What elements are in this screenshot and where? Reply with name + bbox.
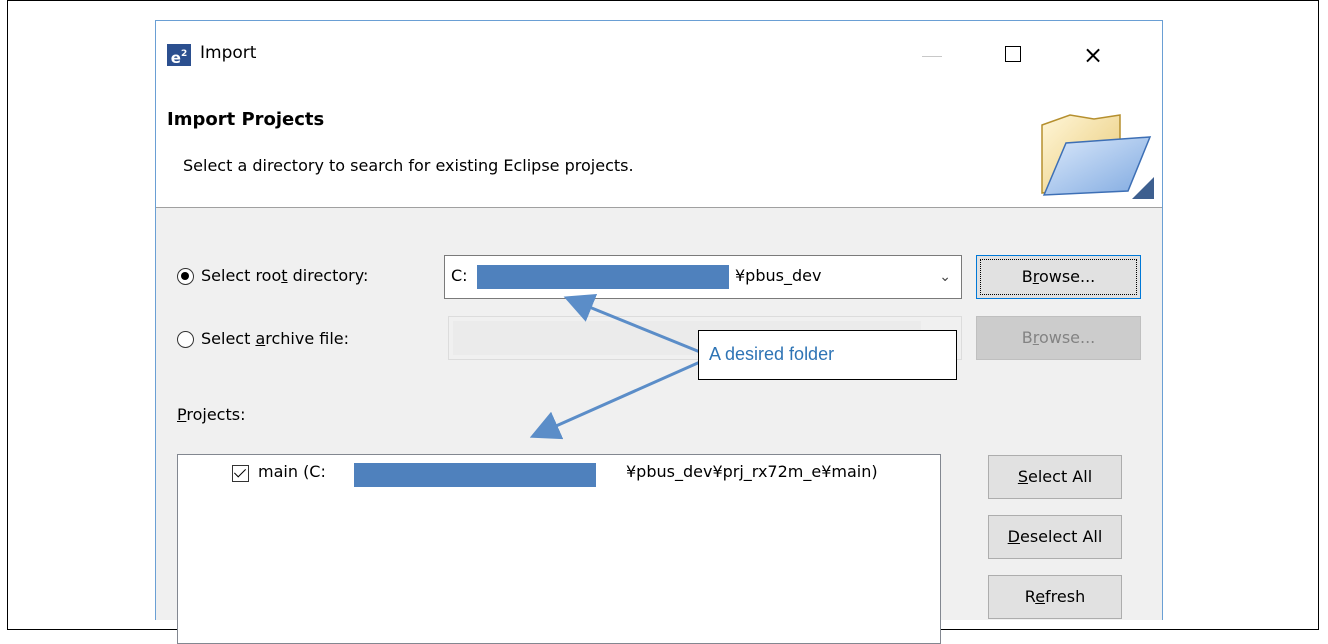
maximize-icon [1005,46,1021,62]
close-icon: × [1082,41,1104,69]
project-path-suffix: ¥pbus_dev¥prj_rx72m_e¥main) [626,462,878,481]
select-all-button[interactable]: Select All [988,455,1122,499]
project-path-prefix: main (C: [258,462,326,481]
page-title: Import Projects [167,109,325,130]
title-bar: e2 Import × [156,21,1162,83]
redaction-box [477,265,729,289]
root-directory-value-suffix: ¥pbus_dev [735,266,822,285]
root-directory-radio[interactable] [177,268,194,285]
chevron-down-icon[interactable]: ⌄ [939,269,951,285]
wizard-body: Select root directory: C: ¥pbus_dev ⌄ Br… [156,208,1162,644]
project-checkbox[interactable] [232,465,249,482]
refresh-button[interactable]: Refresh [988,575,1122,619]
minimize-icon [922,56,942,57]
close-button[interactable]: × [1069,36,1117,74]
window-title: Import [200,43,257,63]
browse-archive-button: Browse... [976,316,1141,360]
root-directory-combo[interactable]: C: ¥pbus_dev ⌄ [444,255,962,299]
annotation-callout: A desired folder [698,330,957,380]
page-description: Select a directory to search for existin… [183,156,634,175]
folder-icon [1041,114,1154,199]
app-icon: e2 [167,44,191,67]
maximize-button[interactable] [990,36,1038,74]
browse-root-button[interactable]: Browse... [976,255,1141,299]
import-dialog: e2 Import × Import Projects Select a dir… [155,20,1163,644]
projects-label: Projects: [177,405,246,424]
projects-list[interactable]: main (C: ¥pbus_dev¥prj_rx72m_e¥main) [177,454,941,644]
wizard-header: Import Projects Select a directory to se… [156,83,1162,208]
root-directory-value-prefix: C: [451,266,468,285]
minimize-button[interactable] [908,36,956,74]
deselect-all-button[interactable]: Deselect All [988,515,1122,559]
root-directory-label[interactable]: Select root directory: [201,266,368,285]
redaction-box [354,463,596,487]
archive-file-radio[interactable] [177,331,194,348]
archive-file-label[interactable]: Select archive file: [201,329,349,348]
